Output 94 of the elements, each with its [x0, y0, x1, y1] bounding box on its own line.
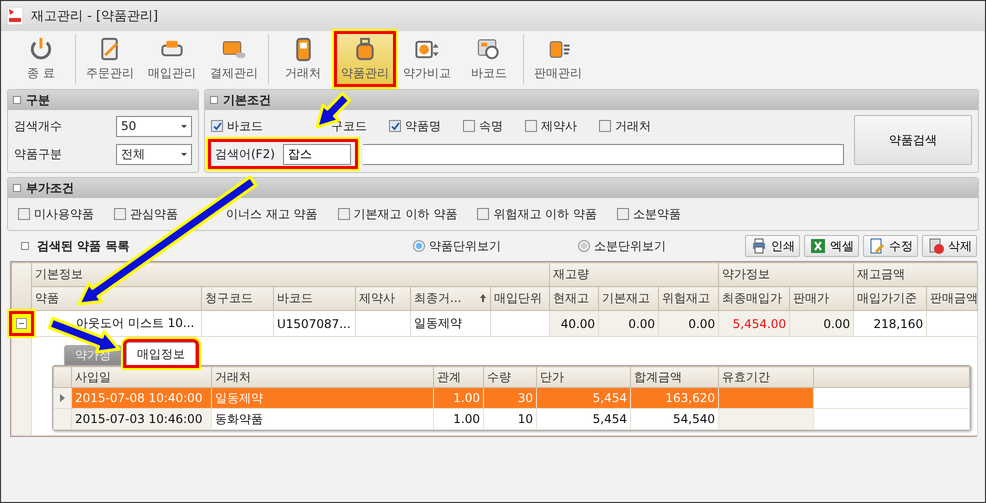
- radio-option[interactable]: 소분단위보기: [578, 238, 743, 254]
- panel-title: 부가조건: [26, 180, 74, 196]
- column-header[interactable]: 바코드: [274, 286, 356, 310]
- checkbox[interactable]: 기본재고 이하 약품: [338, 206, 458, 222]
- table-cell: 2015-07-03 10:46:00: [72, 408, 212, 430]
- table-cell: 5,454: [536, 388, 630, 408]
- column-header[interactable]: 매입가기준: [854, 286, 927, 310]
- dropdown[interactable]: 전체: [116, 144, 192, 164]
- group-header: 재고량: [550, 262, 719, 286]
- toolbar-button[interactable]: 바코드: [461, 34, 517, 84]
- table-cell: 일동제약: [212, 388, 434, 408]
- action-button[interactable]: 엑셀: [804, 235, 859, 257]
- column-header[interactable]: 기본재고: [598, 286, 659, 310]
- column-header[interactable]: 매입단위: [490, 286, 550, 310]
- field-label: 약품구분: [14, 146, 62, 162]
- checkbox[interactable]: 속명: [463, 118, 503, 134]
- toolbar-button[interactable]: 종 료: [13, 34, 69, 84]
- checkbox[interactable]: 제약사: [525, 118, 577, 134]
- panel-title: 기본조건: [223, 92, 271, 108]
- table-cell: 5,454.00: [718, 310, 790, 336]
- search-label: 검색어(F2): [215, 146, 275, 162]
- table-cell: 동화약품: [212, 408, 434, 430]
- table-cell: 5,454: [536, 408, 630, 430]
- column-header[interactable]: 위험재고: [658, 286, 719, 310]
- toolbar-button[interactable]: 거래처: [275, 34, 331, 84]
- column-header[interactable]: 유효기간: [718, 366, 814, 388]
- checkbox-label: 이너스 재고 약품: [226, 206, 318, 222]
- printer-icon: [750, 237, 768, 255]
- dropdown[interactable]: 50: [116, 116, 192, 136]
- collapse-icon[interactable]: [210, 96, 218, 104]
- check-icon: [212, 122, 222, 130]
- collapse-icon[interactable]: [21, 242, 29, 250]
- action-button[interactable]: 삭제: [922, 235, 977, 257]
- field-label: 검색개수: [14, 118, 62, 134]
- checkbox[interactable]: 미사용약품: [18, 206, 94, 222]
- checkbox[interactable]: 위험재고 이하 약품: [477, 206, 597, 222]
- check-icon: [390, 122, 400, 130]
- column-header[interactable]: 관계: [434, 366, 484, 388]
- column-header[interactable]: 합계금액: [630, 366, 718, 388]
- column-header[interactable]: 거래처: [212, 366, 434, 388]
- table-cell: 218,160: [854, 310, 927, 336]
- column-header[interactable]: 단가: [536, 366, 630, 388]
- toolbar-button[interactable]: 약가비교: [399, 34, 455, 84]
- checkbox[interactable]: 소분약품: [616, 206, 681, 222]
- collapse-icon[interactable]: [13, 184, 21, 192]
- column-header[interactable]: 판매가: [790, 286, 854, 310]
- table-cell: 0.00: [790, 310, 854, 336]
- search-button[interactable]: 약품검색: [854, 115, 972, 165]
- checkbox[interactable]: 약품명: [389, 118, 441, 134]
- table-cell: 1.00: [434, 408, 484, 430]
- app-logo-icon: [7, 7, 23, 25]
- table-cell: 2015-07-08 10:40:00: [72, 388, 212, 408]
- action-button[interactable]: 인쇄: [745, 235, 800, 257]
- edit-icon: [868, 237, 886, 255]
- checkbox[interactable]: 바코드: [211, 118, 263, 134]
- column-header[interactable]: 수량: [484, 366, 536, 388]
- spreadsheet-icon: [809, 237, 827, 255]
- list-title: 검색된 약품 목록: [37, 238, 130, 254]
- table-cell: U1507087...: [274, 310, 356, 336]
- delete-icon: [927, 237, 945, 255]
- table-cell: 0.00: [598, 310, 659, 336]
- checkbox[interactable]: 거래처: [599, 118, 651, 134]
- column-header[interactable]: 제약사: [356, 286, 410, 310]
- toolbar-button[interactable]: 결제관리: [206, 34, 262, 84]
- checkbox[interactable]: 관심약품: [114, 206, 178, 222]
- column-header[interactable]: 청구코드: [202, 286, 274, 310]
- table-cell: 10: [484, 408, 536, 430]
- toolbar-button[interactable]: 주문관리: [82, 34, 138, 84]
- table-cell: 0.00: [658, 310, 719, 336]
- window-title: 재고관리 - [약품관리]: [31, 8, 158, 25]
- table-cell: 1.00: [434, 388, 484, 408]
- toolbar-button[interactable]: 매입관리: [144, 34, 200, 84]
- group-header: 약가정보: [718, 262, 854, 286]
- table-cell: 54,540: [630, 408, 718, 430]
- row-pointer-icon: [60, 394, 65, 402]
- collapse-icon[interactable]: [13, 96, 21, 104]
- radio-option[interactable]: 약품단위보기: [413, 238, 578, 254]
- action-button[interactable]: 수정: [863, 235, 918, 257]
- table-cell: 30: [484, 388, 536, 408]
- table-cell: 163,620: [630, 388, 718, 408]
- sort-up-icon: [479, 293, 487, 303]
- column-header[interactable]: 현재고: [550, 286, 599, 310]
- search-field[interactable]: 잡스: [282, 144, 351, 164]
- toolbar-button[interactable]: 약품관리: [337, 34, 393, 84]
- text-field[interactable]: [362, 144, 844, 164]
- group-header: 기본정보: [32, 262, 550, 286]
- panel-title: 구분: [26, 92, 50, 108]
- table-cell: 일동제약: [410, 310, 490, 336]
- table-cell: 40.00: [550, 310, 599, 336]
- group-header: 재고금액: [854, 262, 978, 286]
- column-header[interactable]: 판매금액: [926, 286, 978, 310]
- column-header[interactable]: 최종거...: [410, 286, 490, 310]
- column-header[interactable]: 최종매입가: [718, 286, 790, 310]
- toolbar-button[interactable]: 판매관리: [530, 34, 586, 84]
